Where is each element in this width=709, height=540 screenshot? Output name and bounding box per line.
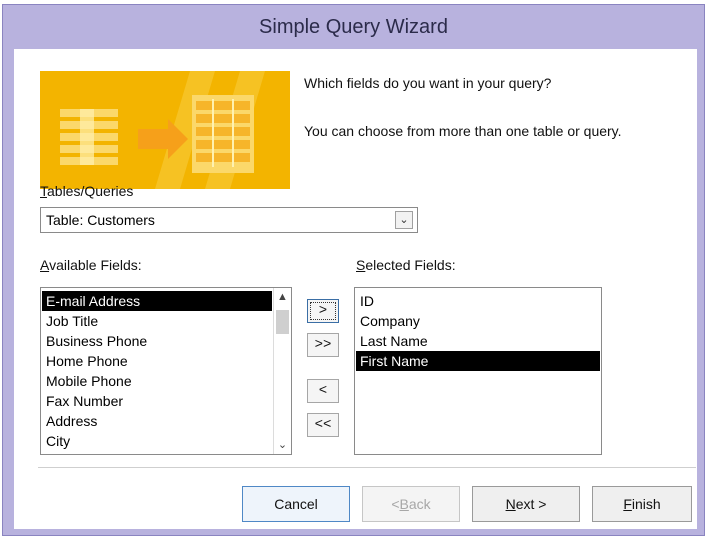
button-divider [38, 467, 696, 468]
finish-button[interactable]: Finish [592, 486, 692, 522]
available-field-item[interactable]: Home Phone [42, 351, 272, 371]
next-button[interactable]: Next > [472, 486, 580, 522]
scroll-down-icon[interactable]: ⌄ [274, 436, 291, 454]
available-fields-label: Available Fields: [40, 257, 142, 273]
selected-fields-label: Selected Fields: [356, 257, 456, 273]
chevron-down-icon[interactable]: ⌄ [395, 211, 413, 229]
available-fields-scrollbar[interactable]: ▲ ⌄ [273, 288, 291, 454]
available-fields-listbox[interactable]: E-mail Address Job Title Business Phone Hom… [40, 287, 292, 455]
available-field-item[interactable]: E-mail Address [42, 291, 272, 311]
prompt-hint: You can choose from more than one table … [304, 123, 622, 139]
selected-field-item[interactable]: Company [356, 311, 600, 331]
selected-field-item[interactable]: ID [356, 291, 600, 311]
selected-fields-listbox[interactable]: ID Company Last Name First Name [354, 287, 602, 455]
available-field-item[interactable]: Fax Number [42, 391, 272, 411]
tables-queries-value: Table: Customers [46, 212, 155, 228]
tables-queries-label: Tables/Queries [40, 183, 134, 199]
scrollbar-thumb[interactable] [276, 310, 289, 334]
window-title: Simple Query Wizard [259, 15, 448, 38]
add-all-fields-button[interactable]: >> [307, 333, 339, 357]
cancel-button[interactable]: Cancel [242, 486, 350, 522]
available-field-item[interactable]: Address [42, 411, 272, 431]
table-to-query-icon [60, 71, 265, 189]
available-field-item[interactable]: Mobile Phone [42, 371, 272, 391]
tables-queries-combo[interactable]: Table: Customers ⌄ [40, 207, 418, 233]
back-button[interactable]: < Back [362, 486, 460, 522]
wizard-client-area: Which fields do you want in your query? … [14, 49, 697, 529]
prompt-question: Which fields do you want in your query? [304, 75, 552, 91]
query-wizard-window: Simple Query Wizard Which fields do you … [2, 4, 705, 536]
selected-field-item[interactable]: First Name [356, 351, 600, 371]
available-field-item[interactable]: Job Title [42, 311, 272, 331]
available-field-item[interactable]: Business Phone [42, 331, 272, 351]
selected-field-item[interactable]: Last Name [356, 331, 600, 351]
wizard-banner-image [40, 71, 290, 189]
scroll-up-icon[interactable]: ▲ [274, 288, 291, 306]
remove-field-button[interactable]: < [307, 379, 339, 403]
available-field-item[interactable]: City [42, 431, 272, 451]
add-field-button[interactable]: > [307, 299, 339, 323]
remove-all-fields-button[interactable]: << [307, 413, 339, 437]
